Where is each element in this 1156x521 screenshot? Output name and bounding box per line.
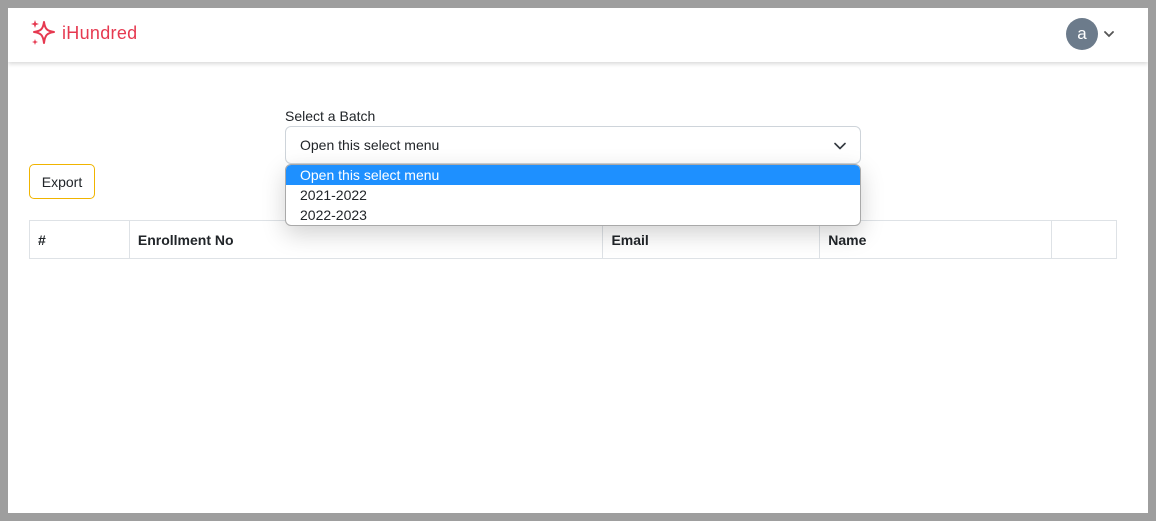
batch-option-placeholder[interactable]: Open this select menu <box>286 165 860 185</box>
table-header-row: # Enrollment No Email Name <box>29 220 1117 259</box>
batch-select-label: Select a Batch <box>285 108 376 124</box>
batch-select[interactable]: Open this select menu <box>285 126 861 164</box>
batch-option-2022-2023[interactable]: 2022-2023 <box>286 205 860 225</box>
avatar[interactable]: a <box>1066 18 1098 50</box>
column-header-index[interactable]: # <box>29 220 130 259</box>
brand-logo[interactable]: iHundred <box>30 18 137 48</box>
export-button[interactable]: Export <box>29 164 95 199</box>
sparkle-icon <box>30 19 56 47</box>
column-header-name[interactable]: Name <box>819 220 1053 259</box>
batch-option-2021-2022[interactable]: 2021-2022 <box>286 185 860 205</box>
chevron-down-icon[interactable] <box>1104 30 1114 38</box>
column-header-email[interactable]: Email <box>602 220 821 259</box>
batch-select-dropdown: Open this select menu 2021-2022 2022-202… <box>285 164 861 226</box>
batch-select-value: Open this select menu <box>300 137 440 153</box>
top-navbar: iHundred a <box>8 8 1148 62</box>
column-header-actions <box>1051 220 1117 259</box>
app-window: iHundred a Select a Batch Open this sele… <box>8 8 1148 513</box>
brand-name: iHundred <box>62 22 138 43</box>
column-header-enrollment-no[interactable]: Enrollment No <box>128 220 604 259</box>
chevron-down-icon <box>834 137 846 153</box>
user-menu[interactable]: a <box>1066 18 1114 50</box>
